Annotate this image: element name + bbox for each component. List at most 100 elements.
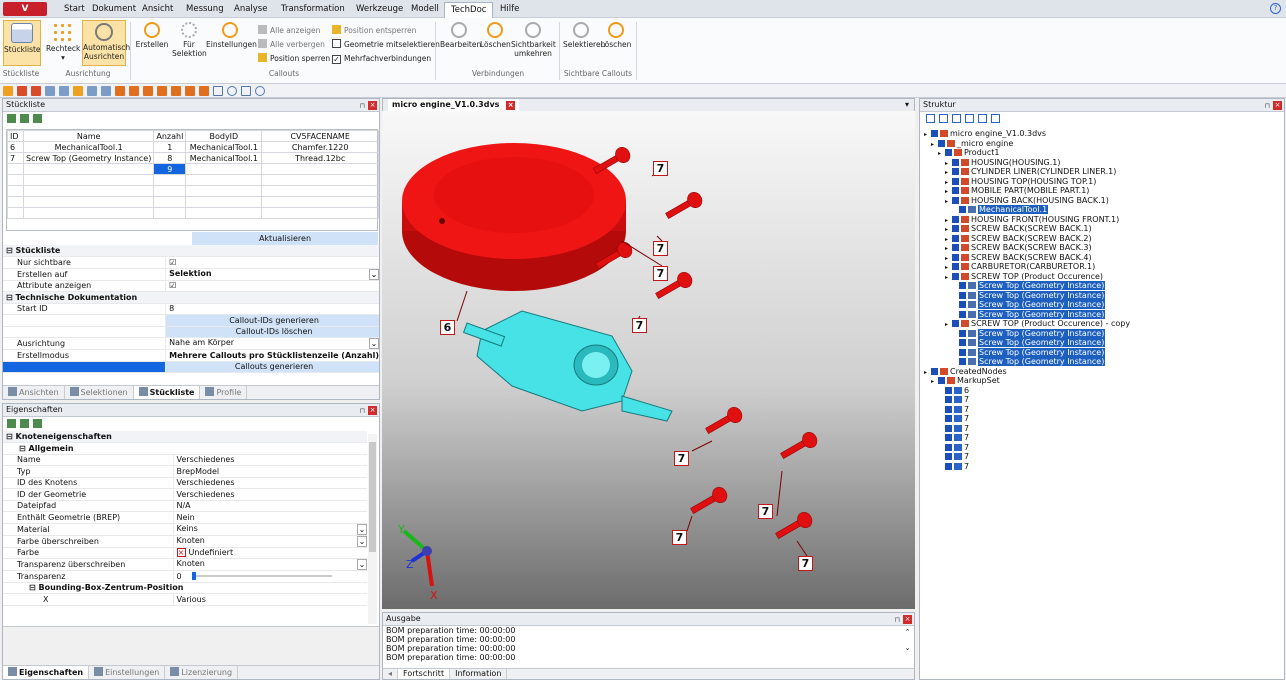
collapse-icon[interactable] [965, 114, 974, 123]
visibility-checkbox[interactable] [959, 206, 966, 213]
alphabetical-icon[interactable] [20, 419, 29, 428]
tree-node[interactable]: ▸ HOUSING TOP(HOUSING TOP.1) [924, 177, 1284, 187]
rechteck-button[interactable]: Rechteck ▾ [46, 20, 80, 66]
category-allgemein[interactable]: ⊟ Allgemein [3, 442, 367, 455]
zoom-icon[interactable] [59, 86, 69, 96]
visibility-checkbox[interactable] [959, 291, 966, 299]
rotate-tool-icon[interactable] [17, 86, 27, 96]
ellipse-tool-icon[interactable] [255, 86, 265, 96]
tree-node[interactable]: MechanicalTool.1 [924, 205, 1284, 215]
properties-scrollbar[interactable] [368, 434, 377, 624]
tree-node[interactable]: Screw Top (Geometry Instance) [924, 347, 1284, 358]
position-entsperren-button[interactable]: Position entsperren [332, 25, 416, 37]
expand-icon[interactable] [952, 114, 961, 123]
visibility-checkbox[interactable] [938, 139, 945, 147]
help-icon[interactable]: ? [1270, 3, 1281, 14]
tree-node[interactable]: Screw Top (Geometry Instance) [924, 357, 1284, 367]
table-row[interactable]: 6 MechanicalTool.1 1 MechanicalTool.1 Chamfe… [7, 141, 379, 153]
excel-icon[interactable] [33, 114, 42, 123]
scroll-left-icon[interactable]: ◂ [383, 669, 399, 679]
col-id[interactable]: ID [7, 130, 24, 142]
erstellmodus-select[interactable]: Mehrere Callouts pro Stücklistenzeile (A… [165, 349, 379, 362]
category-techdoc[interactable]: ⊟ Technische Dokumentation [3, 291, 379, 304]
category-bbox[interactable]: ⊟ Bounding-Box-Zentrum-Position [3, 582, 367, 594]
tree-node[interactable]: ▸ HOUSING(HOUSING.1) [924, 158, 1284, 168]
tree-node[interactable]: Screw Top (Geometry Instance) [924, 281, 1284, 291]
menu-dokument[interactable]: Dokument [86, 0, 142, 18]
new-row-id[interactable]: 9 [153, 163, 187, 175]
close-icon[interactable]: × [1273, 101, 1282, 110]
visibility-checkbox[interactable] [959, 310, 966, 318]
tree-node[interactable]: Screw Top (Geometry Instance) [924, 309, 1284, 320]
alle-verbergen-button[interactable]: Alle verbergen [258, 39, 325, 51]
menu-modell[interactable]: Modell [405, 0, 445, 18]
tab-stueckliste[interactable]: Stückliste [133, 386, 201, 399]
close-icon[interactable]: × [903, 615, 912, 624]
position-sperren-button[interactable]: Position sperren [258, 53, 330, 65]
geometrie-checkbox[interactable]: Geometrie mitselektieren [332, 39, 440, 51]
tree-node[interactable]: Screw Top (Geometry Instance) [924, 328, 1284, 339]
sichtbarkeit-umkehren-button[interactable]: Sichtbarkeit umkehren [511, 20, 556, 66]
zoom-box-icon[interactable] [45, 86, 55, 96]
tab-ansichten[interactable]: Ansichten [3, 386, 65, 399]
visibility-checkbox[interactable] [952, 272, 959, 280]
ausrichtung-select[interactable]: Nahe am Körper ⌄ [165, 337, 379, 350]
cube-back-icon[interactable] [129, 86, 139, 96]
output-scrollbar[interactable]: ⌃ ⌄ [903, 628, 912, 666]
visibility-checkbox[interactable] [945, 149, 952, 156]
start-id-field[interactable]: 8 [165, 303, 379, 315]
callout-label[interactable]: 7 [632, 318, 647, 333]
tree-node[interactable]: Screw Top (Geometry Instance) [924, 338, 1284, 348]
callouts-generieren-button[interactable]: Callouts generieren [165, 361, 379, 373]
fit-icon[interactable] [73, 86, 83, 96]
tree-node[interactable]: Screw Top (Geometry Instance) [924, 300, 1284, 310]
export-icon[interactable] [20, 114, 29, 123]
menu-analyse[interactable]: Analyse [228, 0, 273, 18]
pin-icon[interactable]: ⊓ [895, 614, 900, 626]
menu-techdoc[interactable]: TechDoc [444, 2, 494, 18]
tab-eigenschaften[interactable]: Eigenschaften [3, 666, 90, 679]
visibility-checkbox[interactable] [952, 158, 959, 166]
circle-tool-icon[interactable] [227, 86, 237, 96]
tree-node[interactable]: ▸ HOUSING BACK(HOUSING BACK.1) [924, 196, 1284, 206]
callout-label[interactable]: 7 [758, 504, 773, 519]
tree-node[interactable]: 7 [924, 433, 1284, 443]
tree-node[interactable]: 7 [924, 452, 1284, 462]
tab-profile[interactable]: Profile [200, 386, 248, 399]
close-icon[interactable]: × [506, 101, 516, 110]
visibility-checkbox[interactable] [931, 130, 938, 137]
visibility-checkbox[interactable] [952, 263, 959, 270]
expand-all-icon[interactable] [926, 114, 935, 123]
loeschen-button[interactable]: Löschen [480, 20, 511, 66]
tree-node[interactable]: 7 [924, 443, 1284, 453]
tree-node[interactable]: 7 [924, 462, 1284, 472]
cube-iso-icon[interactable] [199, 86, 209, 96]
close-icon[interactable]: × [368, 101, 377, 110]
visibility-checkbox[interactable] [952, 253, 959, 261]
line-tool-icon[interactable] [213, 86, 223, 96]
nur-sichtbare-checkbox[interactable]: ☑ [165, 256, 379, 269]
menu-messung[interactable]: Messung [180, 0, 230, 18]
erstellen-auf-select[interactable]: Selektion ⌄ [165, 268, 379, 281]
callout-ids-generieren-button[interactable]: Callout-IDs generieren [165, 314, 379, 327]
callout-label[interactable]: 6 [440, 320, 455, 335]
visibility-checkbox[interactable] [959, 348, 966, 356]
bearbeiten-button[interactable]: Bearbeiten [440, 20, 481, 66]
visibility-checkbox[interactable] [945, 415, 952, 422]
view-icon[interactable] [87, 86, 97, 96]
layout-icon[interactable] [991, 114, 1000, 123]
visibility-checkbox[interactable] [959, 282, 966, 289]
scrollbar-thumb[interactable] [369, 442, 376, 552]
tree-node[interactable]: ▸ micro engine_V1.0.3dvs [924, 129, 1284, 139]
visibility-checkbox[interactable] [952, 234, 959, 242]
tree-node[interactable]: ▸ MOBILE PART(MOBILE PART.1) [924, 186, 1284, 196]
grid-icon[interactable] [978, 114, 987, 123]
tree-node[interactable]: ▸ SCREW TOP (Product Occurence) [924, 272, 1284, 282]
callout-ids-loeschen-button[interactable]: Callout-IDs löschen [165, 326, 379, 338]
pin-icon[interactable]: ⊓ [360, 405, 365, 417]
table-row-new[interactable]: 9 [7, 163, 379, 175]
visibility-checkbox[interactable] [945, 453, 952, 460]
tree-node[interactable]: ▸ HOUSING FRONT(HOUSING FRONT.1) [924, 215, 1284, 225]
3d-viewport[interactable]: Y Z X 7 7 7 7 6 7 7 7 7 [382, 111, 915, 609]
visibility-checkbox[interactable] [959, 301, 966, 308]
